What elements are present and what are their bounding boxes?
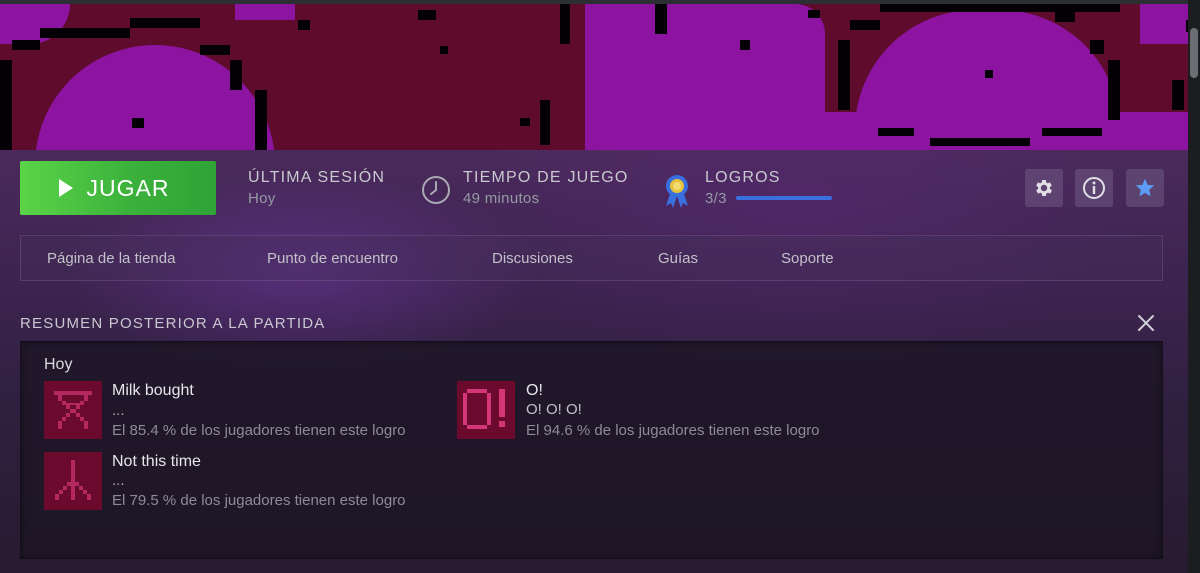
achievement-description: ... [112,402,125,419]
hero-shape [0,4,70,44]
info-icon [1083,177,1105,199]
achievements-stat: LOGROS 3/3 [705,169,781,207]
hero-pixel-outline [740,40,750,50]
achievement-description: ... [112,472,125,489]
info-button[interactable] [1075,169,1113,207]
hero-pixel-outline [0,60,12,150]
hero-pixel-outline [418,10,436,20]
playtime-value: 49 minutos [463,190,540,207]
summary-date: Hoy [44,356,73,373]
achievements-progress-bar [736,196,832,200]
hero-pixel-outline [1090,40,1104,54]
play-icon [58,179,73,197]
scrollbar-thumb[interactable] [1190,28,1198,78]
achievement-name: Not this time [112,453,201,470]
hero-pixel-outline [1055,12,1075,22]
star-icon [1135,178,1155,197]
hero-pixel-outline [985,70,993,78]
play-label: JUGAR [86,174,170,201]
play-button[interactable]: JUGAR [20,161,216,215]
hero-pixel-outline [440,46,448,54]
post-game-summary-panel [20,341,1163,559]
scrollbar[interactable] [1188,0,1200,573]
o-exclaim-icon [457,381,515,439]
favorite-button[interactable] [1126,169,1164,207]
achievement-description: O! O! O! [526,401,582,418]
hero-pixel-outline [130,18,200,28]
hero-pixel-outline [12,40,40,50]
last-session-value: Hoy [248,190,276,207]
hero-pixel-outline [880,4,1120,12]
nav-guides[interactable]: Guías [658,250,698,267]
nav-store-page[interactable]: Página de la tienda [47,250,175,267]
hero-pixel-outline [520,118,530,126]
hero-pixel-outline [930,138,1030,146]
game-hero-art [0,0,1200,152]
nav-community-hub[interactable]: Punto de encuentro [267,250,398,267]
hero-shape [585,4,825,152]
nav-support[interactable]: Soporte [781,250,834,267]
close-icon[interactable] [1136,313,1156,333]
achievement-percent: El 79.5 % de los jugadores tienen este l… [112,492,406,509]
achievement-percent: El 94.6 % de los jugadores tienen este l… [526,422,820,439]
achievement-name: Milk bought [112,382,194,399]
achievement-name: O! [526,382,543,399]
achievement-percent: El 85.4 % de los jugadores tienen este l… [112,422,406,439]
nav-discussions[interactable]: Discusiones [492,250,573,267]
hero-pixel-outline [878,128,914,136]
hero-pixel-outline [230,60,242,90]
hero-pixel-outline [1172,80,1184,110]
hero-pixel-outline [255,90,267,150]
settings-button[interactable] [1025,169,1063,207]
hero-pixel-outline [132,118,144,128]
hourglass-icon [44,381,102,439]
clock-icon [422,176,450,204]
hero-pixel-outline [40,28,130,38]
hero-pixel-outline [850,20,880,30]
achievements-label: LOGROS [705,169,781,186]
hero-pixel-outline [655,4,667,34]
achievement-medal-icon [666,175,688,208]
hero-shape [820,112,1200,152]
hero-pixel-outline [560,4,570,44]
last-session-stat: ÚLTIMA SESIÓN Hoy [248,169,385,207]
hero-pixel-outline [838,40,850,110]
hero-pixel-outline [540,100,550,145]
playtime-stat: TIEMPO DE JUEGO 49 minutos [463,169,629,207]
hero-pixel-outline [1042,128,1102,136]
game-nav-bar: Página de la tienda Punto de encuentro D… [20,235,1163,281]
hero-shape [235,4,295,20]
hero-pixel-outline [298,20,310,30]
post-game-summary-title: RESUMEN POSTERIOR A LA PARTIDA [20,315,326,332]
hero-pixel-outline [200,45,230,55]
gear-icon [1036,180,1052,196]
hero-pixel-outline [808,10,820,18]
hero-pixel-outline [1108,60,1120,120]
fork-icon [44,452,102,510]
last-session-label: ÚLTIMA SESIÓN [248,169,386,186]
playtime-label: TIEMPO DE JUEGO [463,169,629,186]
